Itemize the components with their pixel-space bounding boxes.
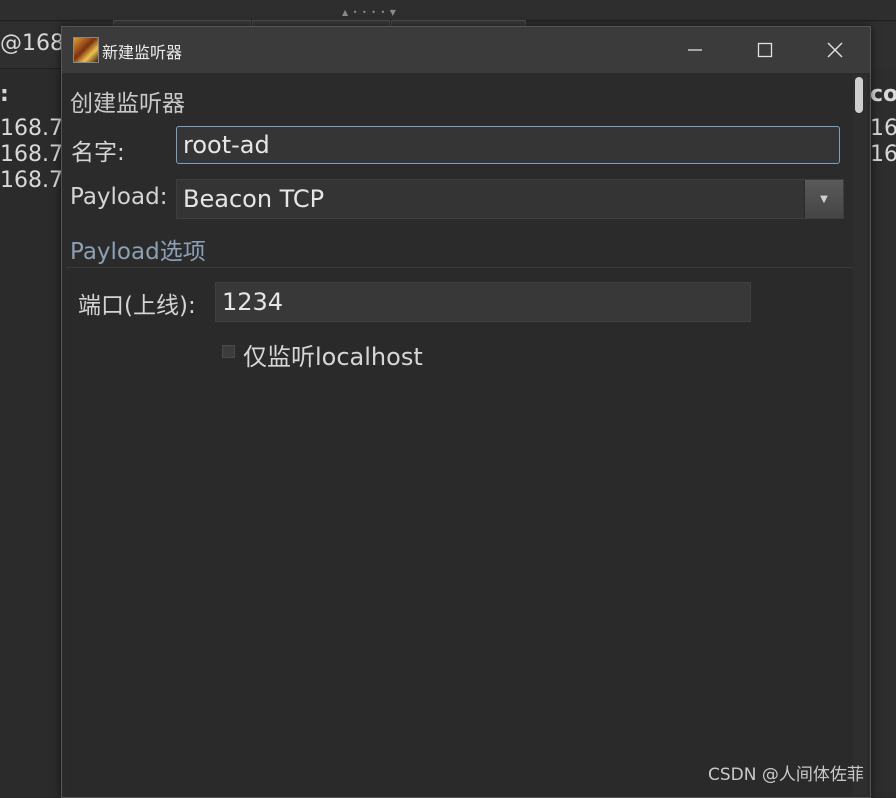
- maximize-icon: [757, 42, 773, 58]
- background-cell: 168: [870, 116, 896, 141]
- background-column-header: col: [870, 82, 896, 107]
- port-input[interactable]: 1234: [215, 282, 751, 322]
- section-title: 创建监听器: [70, 91, 185, 117]
- vertical-scrollbar[interactable]: [853, 75, 867, 795]
- minimize-button[interactable]: [660, 27, 730, 73]
- background-cell: 168: [870, 142, 896, 167]
- new-listener-dialog: 新建监听器 创建监听器 名字: root-ad Payload: Beacon …: [61, 26, 871, 798]
- scrollbar-thumb[interactable]: [855, 77, 863, 113]
- watermark-text: CSDN @人间体佐菲: [708, 765, 864, 785]
- dialog-title: 新建监听器: [102, 43, 183, 62]
- background-right-column: col 168 168: [868, 68, 896, 792]
- background-top-strip: ▲ • • • • ▼: [0, 0, 896, 21]
- payload-select-value: Beacon TCP: [183, 185, 325, 213]
- name-input[interactable]: root-ad: [176, 126, 840, 164]
- name-label: 名字:: [71, 140, 125, 166]
- port-label: 端口(上线):: [78, 293, 196, 319]
- close-icon: [827, 42, 843, 58]
- app-avatar-icon: [73, 37, 99, 63]
- dialog-titlebar[interactable]: 新建监听器: [62, 27, 870, 73]
- maximize-button[interactable]: [730, 27, 800, 73]
- close-button[interactable]: [800, 27, 870, 73]
- background-column-header: :: [0, 82, 9, 107]
- localhost-only-label[interactable]: 仅监听localhost: [243, 337, 423, 372]
- payload-options-panel: [66, 268, 866, 797]
- localhost-only-checkbox[interactable]: [222, 345, 235, 358]
- drag-grip-icon[interactable]: ▲ • • • • ▼: [342, 8, 397, 17]
- background-host-label: @168: [0, 31, 64, 56]
- dropdown-arrow-icon[interactable]: ▼: [804, 180, 843, 218]
- payload-options-title: Payload选项: [70, 239, 206, 265]
- payload-select[interactable]: Beacon TCP ▼: [176, 179, 844, 219]
- payload-label: Payload:: [70, 184, 168, 210]
- minimize-icon: [688, 49, 702, 51]
